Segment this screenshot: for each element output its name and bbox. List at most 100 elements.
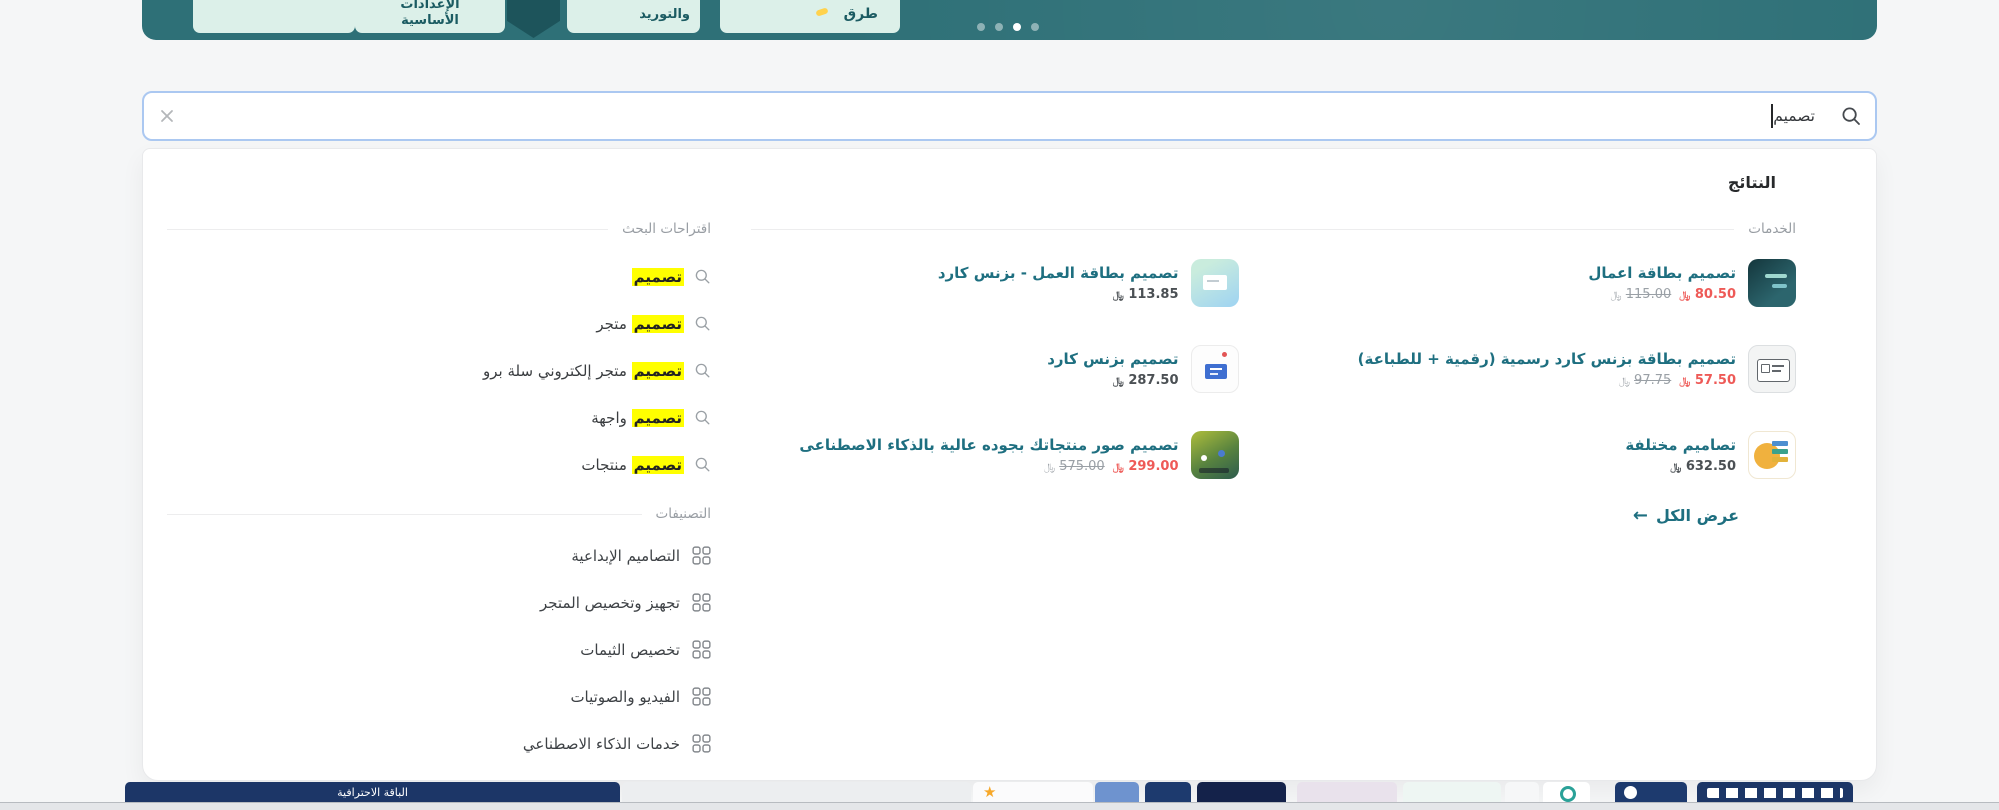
category-label: الفيديو والصوتيات	[570, 688, 680, 706]
suggestion-text: تصميم متجر	[596, 315, 684, 333]
category-item[interactable]: تجهيز وتخصيص المتجر	[167, 579, 711, 626]
clear-search-icon[interactable]	[158, 107, 176, 125]
sale-price: 299.00 ﷼	[1113, 459, 1179, 474]
suggestion-text: تصميم	[632, 268, 684, 286]
carousel-dot[interactable]	[1031, 23, 1039, 31]
magnifier-icon	[694, 456, 711, 473]
carousel-dot[interactable]	[977, 23, 985, 31]
original-price: 115.00 ﷼	[1611, 287, 1672, 302]
service-result-item[interactable]: تصميم بطاقة العمل - بزنس كارد 113.85 ﷼	[751, 259, 1239, 307]
suggestion-highlight: تصميم	[632, 268, 684, 286]
promo-banner-card[interactable]	[1145, 782, 1191, 803]
star-logo-icon: ★	[983, 783, 996, 802]
service-result-item[interactable]: تصميم صور منتجاتك بجوده عالية بالذكاء ال…	[751, 431, 1239, 479]
riyal-symbol: ﷼	[1619, 376, 1630, 387]
suggestion-item[interactable]: تصميم منتجات	[167, 441, 711, 488]
service-title: تصميم صور منتجاتك بجوده عالية بالذكاء ال…	[799, 436, 1178, 454]
carousel-slide-fragment	[193, 0, 355, 33]
service-title: تصميم بطاقة بزنس كارد رسمية (رقمية + للط…	[1358, 350, 1736, 368]
banner-text-decoration	[1707, 788, 1843, 798]
promo-banner-title: الباقة الاحترافية	[337, 786, 408, 799]
categories-list: التصاميم الإبداعية تجهيز وتخصيص المتجر ت…	[167, 532, 711, 767]
category-label: تخصيص الثيمات	[580, 641, 680, 659]
results-title: النتائج	[1728, 173, 1776, 192]
category-item[interactable]: التصاميم الإبداعية	[167, 532, 711, 579]
original-price: 97.75 ﷼	[1619, 373, 1671, 388]
service-price: 113.85 ﷼	[938, 287, 1179, 302]
magnifier-icon	[694, 409, 711, 426]
promo-banner-card[interactable]	[622, 782, 971, 803]
service-title: تصاميم مختلفة	[1625, 436, 1736, 454]
suggestion-item[interactable]: تصميم متجر إلكتروني سلة برو	[167, 347, 711, 394]
category-item[interactable]: الفيديو والصوتيات	[167, 673, 711, 720]
service-title: تصميم بزنس كارد	[1047, 350, 1178, 368]
search-icon[interactable]	[1841, 106, 1861, 126]
promo-banner-card[interactable]: الباقة الاحترافية	[125, 782, 620, 803]
promo-banner-card[interactable]	[1297, 782, 1397, 803]
carousel-slide-basic-settings: الإعدادات الأساسية	[355, 0, 505, 33]
horizontal-scrollbar[interactable]	[0, 802, 1999, 810]
riyal-symbol: ﷼	[1679, 376, 1690, 387]
category-label: خدمات الذكاء الاصطناعي	[523, 735, 680, 753]
magnifier-icon	[694, 315, 711, 332]
service-thumbnail-id-card	[1748, 345, 1796, 393]
grid-icon	[692, 546, 711, 565]
service-result-item[interactable]: تصميم بطاقة بزنس كارد رسمية (رقمية + للط…	[1309, 345, 1797, 393]
riyal-symbol: ﷼	[1113, 462, 1124, 473]
section-divider	[167, 514, 642, 515]
promo-banner-card[interactable]	[1197, 782, 1286, 803]
riyal-symbol: ﷼	[1044, 462, 1055, 473]
suggestion-highlight: تصميم	[632, 315, 684, 333]
service-result-item[interactable]: تصاميم مختلفة 632.50 ﷼	[1309, 431, 1797, 479]
suggestions-section-label: اقتراحات البحث	[622, 221, 711, 237]
promo-banner-card[interactable]	[1615, 782, 1687, 803]
service-thumbnail-creative-designs	[1748, 431, 1796, 479]
service-thumbnail-business-card-blue	[1191, 345, 1239, 393]
carousel-dot-active[interactable]	[1013, 23, 1021, 31]
category-item[interactable]: خدمات الذكاء الاصطناعي	[167, 720, 711, 767]
category-item[interactable]: تخصيص الثيمات	[167, 626, 711, 673]
carousel-dots	[977, 23, 1039, 31]
riyal-symbol: ﷼	[1611, 290, 1622, 301]
view-all-link[interactable]: عرض الكل ←	[751, 506, 1796, 525]
service-result-item[interactable]: تصميم بزنس كارد 287.50 ﷼	[751, 345, 1239, 393]
suggestion-item[interactable]: تصميم متجر	[167, 300, 711, 347]
price: 113.85 ﷼	[1113, 287, 1179, 302]
suggestion-item[interactable]: تصميم واجهة	[167, 394, 711, 441]
promo-banner-card[interactable]	[1543, 782, 1590, 803]
service-thumbnail-business-card-dark	[1748, 259, 1796, 307]
categories-section-header: التصنيفات	[167, 504, 711, 524]
promo-banner-card[interactable]	[1697, 782, 1853, 803]
arrow-left-icon: ←	[1633, 507, 1648, 525]
services-grid: تصميم بطاقة اعمال 80.50 ﷼ 115.00 ﷼ تصميم…	[751, 259, 1796, 479]
circle-icon	[1560, 786, 1576, 802]
suggestion-highlight: تصميم	[632, 409, 684, 427]
grid-icon	[692, 593, 711, 612]
riyal-symbol: ﷼	[1670, 462, 1681, 473]
promo-banner-card[interactable]	[1403, 782, 1501, 803]
service-price: 57.50 ﷼ 97.75 ﷼	[1358, 373, 1736, 388]
circle-icon	[1624, 786, 1637, 799]
suggestion-highlight: تصميم	[632, 456, 684, 474]
search-dropdown: النتائج الخدمات تصميم بطاقة اعمال 80.50 …	[142, 148, 1877, 781]
category-label: التصاميم الإبداعية	[571, 547, 680, 565]
price: 632.50 ﷼	[1670, 459, 1736, 474]
search-input[interactable]	[142, 91, 1877, 141]
magnifier-icon	[694, 268, 711, 285]
promo-banner-card[interactable]	[1505, 782, 1539, 803]
carousel-dot[interactable]	[995, 23, 1003, 31]
view-all-label: عرض الكل	[1656, 506, 1739, 525]
suggestion-item[interactable]: تصميم	[167, 253, 711, 300]
hero-banner-carousel[interactable]: الإعدادات الأساسية والتوريد طرق	[142, 0, 1877, 40]
service-price: 80.50 ﷼ 115.00 ﷼	[1588, 287, 1736, 302]
service-result-item[interactable]: تصميم بطاقة اعمال 80.50 ﷼ 115.00 ﷼	[1309, 259, 1797, 307]
riyal-symbol: ﷼	[1113, 376, 1124, 387]
promo-banner-card[interactable]: ★	[973, 782, 1093, 803]
grid-icon	[692, 734, 711, 753]
promo-banner-card[interactable]	[1095, 782, 1139, 803]
sale-price: 80.50 ﷼	[1679, 287, 1736, 302]
section-divider	[751, 229, 1734, 230]
service-thumbnail-ai-product-photos	[1191, 431, 1239, 479]
categories-section-label: التصنيفات	[656, 506, 711, 522]
suggestion-text: تصميم واجهة	[591, 409, 684, 427]
